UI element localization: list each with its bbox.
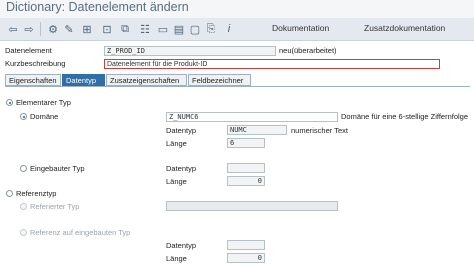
data-element-label: Datenelement	[5, 46, 52, 55]
toolbar-separator	[40, 22, 41, 36]
reference-type-radio[interactable]	[6, 190, 13, 197]
builtin-length-field: 0	[227, 176, 265, 186]
domain-label: Domäne	[30, 112, 59, 121]
back-arrow-icon[interactable]: ⇦	[6, 22, 20, 36]
display-change-icon[interactable]: ✎	[62, 22, 76, 36]
domain-datatype-label: Datentyp	[166, 126, 197, 135]
short-description-label: Kurzbeschreibung	[5, 59, 66, 68]
reference-length-label: Länge	[166, 254, 187, 263]
builtin-type-label: Eingebauter Typ	[30, 164, 85, 173]
domain-length-field: 6	[227, 138, 265, 148]
reference-type-label: Referenztyp	[16, 189, 57, 198]
domain-datatype-text: numerischer Text	[291, 126, 348, 135]
referenced-type-input[interactable]	[166, 201, 338, 211]
title-bar: Dictionary: Datenelement ändern	[0, 0, 474, 18]
builtin-datatype-label: Datentyp	[166, 164, 197, 173]
reference-length-field: 0	[227, 253, 265, 263]
reference-datatype-field	[227, 240, 265, 250]
hierarchy-icon[interactable]: ▤	[172, 22, 186, 36]
prompt-icon[interactable]: ⎘	[204, 22, 218, 36]
activate-icon[interactable]: ⊡	[100, 22, 114, 36]
application-toolbar: ⇦ ⇨ ⚙ ✎ ⊞ ⊡ ⧉ ☷ ▭ ▤ ▢ ⎘ i Dokumentation …	[0, 18, 474, 41]
builtin-length-label: Länge	[166, 177, 187, 186]
documentation-button[interactable]: Dokumentation	[272, 23, 329, 33]
supplementary-documentation-button[interactable]: Zusatzdokumentation	[364, 23, 445, 33]
tab-datentyp[interactable]: Datentyp	[62, 74, 105, 86]
referenced-type-radio[interactable]	[20, 203, 27, 210]
domain-description: Domäne für eine 6-stellige Ziffernfolge	[341, 112, 469, 121]
domain-input[interactable]: Z_NUMC6	[166, 112, 338, 122]
builtin-datatype-field	[227, 163, 265, 173]
short-description-input[interactable]: Datenelement für die Produkt-ID	[104, 59, 440, 69]
navigate-icon[interactable]: ▭	[156, 22, 170, 36]
object-list-icon[interactable]: ☷	[138, 22, 152, 36]
domain-length-label: Länge	[166, 139, 187, 148]
reference-datatype-label: Datentyp	[166, 241, 197, 250]
builtin-reference-label: Referenz auf eingebauten Typ	[30, 228, 131, 237]
window-icon[interactable]: ▢	[188, 22, 202, 36]
info-icon[interactable]: i	[222, 22, 236, 36]
referenced-type-label: Referierter Typ	[30, 202, 80, 211]
window-title: Dictionary: Datenelement ändern	[6, 0, 189, 14]
data-element-field: Z_PROD_ID	[104, 46, 276, 56]
builtin-reference-radio[interactable]	[20, 229, 27, 236]
tab-eigenschaften[interactable]: Eigenschaften	[5, 74, 61, 86]
check-icon[interactable]: ⊞	[80, 22, 94, 36]
status-text: neu(überarbeitet)	[279, 46, 337, 55]
tab-underline	[5, 86, 470, 87]
tab-zusatzeigenschaften[interactable]: Zusatzeigenschaften	[106, 74, 187, 86]
elementary-type-label: Elementarer Typ	[16, 98, 71, 107]
domain-radio[interactable]	[20, 113, 27, 120]
elementary-type-radio[interactable]	[6, 99, 13, 106]
builtin-type-radio[interactable]	[20, 165, 27, 172]
domain-datatype-field: NUMC	[227, 125, 287, 135]
where-used-icon[interactable]: ⧉	[118, 22, 132, 36]
forward-arrow-icon[interactable]: ⇨	[22, 22, 36, 36]
other-object-icon[interactable]: ⚙	[46, 22, 60, 36]
tab-feldbezeichner[interactable]: Feldbezeichner	[188, 74, 251, 86]
